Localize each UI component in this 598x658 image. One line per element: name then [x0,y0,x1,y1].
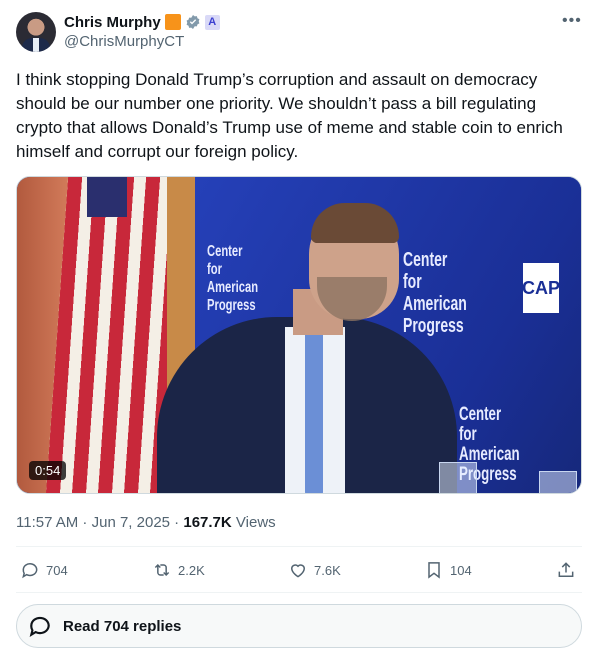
share-button[interactable] [556,560,576,580]
repost-count: 2.2K [178,562,205,578]
meta-separator: · [78,514,92,531]
wall-logo-text: Center for American Progress [207,243,259,314]
reply-icon [22,563,38,579]
reply-count: 704 [46,562,68,578]
affiliation-badge-icon [164,14,181,30]
speaker-tie [305,332,323,493]
read-replies-label: Read 704 replies [63,617,182,635]
tweet-time[interactable]: 11:57 AM [16,514,78,531]
verified-icon [186,15,200,29]
cap-logo: CAP [522,263,560,313]
like-count: 7.6K [314,562,341,578]
views-count: 167.7K [183,514,232,531]
bookmark-icon [428,562,440,579]
reply-button[interactable]: 704 [20,560,68,580]
wall-logo-text: Center for American Progress [403,249,467,337]
avatar-shirt [33,38,39,52]
bookmark-button[interactable]: 104 [424,560,472,580]
more-icon[interactable]: ••• [562,12,582,30]
bookmark-count: 104 [450,562,472,578]
water-glass [539,471,577,493]
divider [16,592,582,593]
video-player[interactable]: Center for American Progress Center for … [16,176,582,494]
divider [16,546,582,547]
meta-separator: · [170,514,184,531]
flag-canton [87,177,127,217]
tweet-meta: 11:57 AM · Jun 7, 2025 · 167.7K Views [16,514,276,531]
author-handle[interactable]: @ChrisMurphyCT [64,33,184,50]
like-icon [290,564,306,578]
tweet-text: I think stopping Donald Trump’s corrupti… [16,70,563,161]
speech-bubble-icon [29,616,50,637]
views-label: Views [235,514,276,531]
government-badge-icon: A [204,14,220,30]
water-glass [439,462,477,493]
video-duration: 0:54 [29,461,67,480]
share-icon [558,562,574,577]
like-button[interactable]: 7.6K [288,560,341,580]
author-name[interactable]: Chris Murphy [64,14,161,31]
repost-button[interactable]: 2.2K [152,560,205,580]
author-name-row: Chris Murphy A [64,12,220,32]
tweet-date[interactable]: Jun 7, 2025 [92,514,170,531]
read-replies-button[interactable]: Read 704 replies [16,604,582,648]
repost-icon [154,563,170,577]
avatar[interactable] [16,12,56,52]
action-bar: 704 2.2K 7.6K 104 [16,560,582,586]
